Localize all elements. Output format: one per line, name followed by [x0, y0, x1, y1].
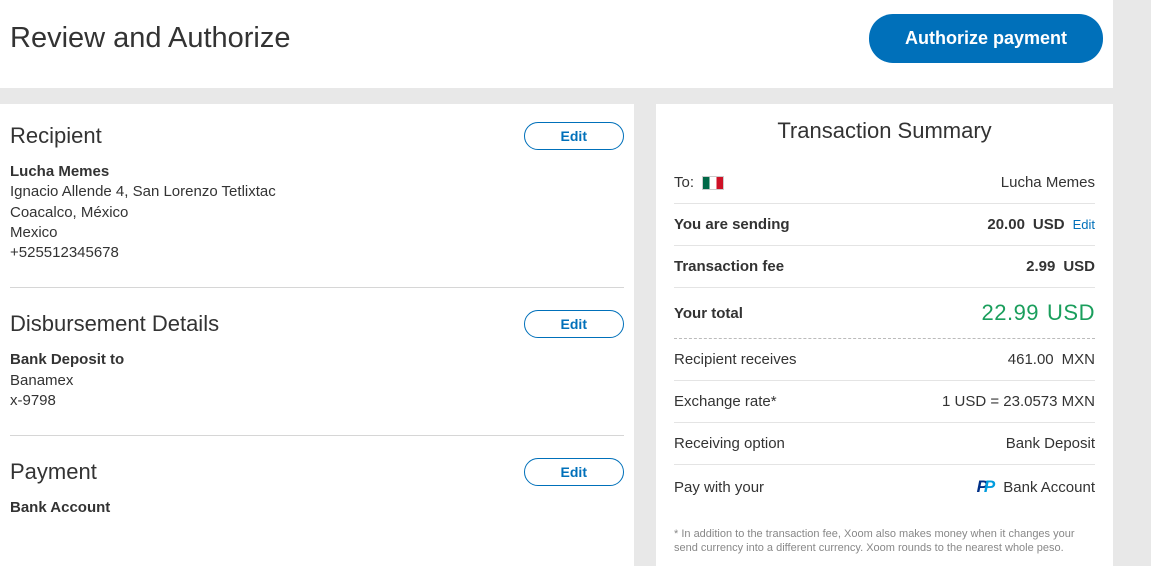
summary-total-amount: 22.99	[981, 300, 1039, 326]
summary-to-name: Lucha Memes	[1001, 174, 1095, 191]
edit-recipient-button[interactable]: Edit	[524, 122, 624, 150]
disbursement-account: x-9798	[10, 391, 624, 411]
disbursement-method: Bank Deposit to	[10, 350, 624, 370]
edit-payment-button[interactable]: Edit	[524, 458, 624, 486]
summary-disclaimer: * In addition to the transaction fee, Xo…	[674, 527, 1095, 556]
payment-section: Payment Edit Bank Account	[10, 458, 624, 518]
page-header: Review and Authorize Authorize payment	[0, 0, 1113, 88]
summary-fee-row: Transaction fee 2.99 USD	[674, 246, 1095, 288]
summary-paywith-row: Pay with your PP Bank Account	[674, 465, 1095, 509]
summary-paywith-value: Bank Account	[1003, 479, 1095, 496]
payment-title: Payment	[10, 459, 97, 485]
summary-to-label: To:	[674, 174, 694, 191]
disbursement-section: Disbursement Details Edit Bank Deposit t…	[10, 310, 624, 436]
page-title: Review and Authorize	[10, 22, 291, 55]
summary-option-label: Receiving option	[674, 435, 785, 452]
summary-rate-label: Exchange rate*	[674, 393, 777, 410]
summary-receives-amount: 461.00	[1008, 351, 1054, 368]
summary-receives-currency: MXN	[1062, 351, 1095, 368]
disbursement-title: Disbursement Details	[10, 311, 219, 337]
recipient-title: Recipient	[10, 123, 102, 149]
summary-paywith-label: Pay with your	[674, 479, 764, 496]
summary-option-value: Bank Deposit	[1006, 435, 1095, 452]
recipient-address-line1: Ignacio Allende 4, San Lorenzo Tetlixtac	[10, 182, 624, 202]
summary-sending-row: You are sending 20.00 USD Edit	[674, 204, 1095, 246]
recipient-name: Lucha Memes	[10, 162, 624, 182]
summary-column: Transaction Summary To: Lucha Memes You …	[656, 104, 1113, 566]
recipient-address-line2: Coacalco, México	[10, 203, 624, 223]
paypal-icon: PP	[977, 477, 992, 497]
mexico-flag-icon	[702, 176, 724, 190]
summary-fee-label: Transaction fee	[674, 258, 784, 275]
edit-sending-link[interactable]: Edit	[1073, 217, 1095, 232]
summary-option-row: Receiving option Bank Deposit	[674, 423, 1095, 465]
edit-disbursement-button[interactable]: Edit	[524, 310, 624, 338]
summary-fee-amount: 2.99	[1026, 258, 1055, 275]
payment-method: Bank Account	[10, 498, 624, 518]
details-column: Recipient Edit Lucha Memes Ignacio Allen…	[0, 104, 634, 566]
summary-sending-amount: 20.00	[987, 216, 1025, 233]
summary-fee-currency: USD	[1063, 258, 1095, 275]
summary-total-row: Your total 22.99 USD	[674, 288, 1095, 339]
authorize-payment-button[interactable]: Authorize payment	[869, 14, 1103, 63]
summary-total-label: Your total	[674, 305, 743, 322]
summary-receives-label: Recipient receives	[674, 351, 797, 368]
summary-receives-row: Recipient receives 461.00 MXN	[674, 339, 1095, 381]
summary-rate-row: Exchange rate* 1 USD = 23.0573 MXN	[674, 381, 1095, 423]
summary-title: Transaction Summary	[674, 118, 1095, 144]
recipient-phone: +525512345678	[10, 243, 624, 263]
summary-to-row: To: Lucha Memes	[674, 162, 1095, 204]
recipient-country: Mexico	[10, 223, 624, 243]
summary-total-currency: USD	[1047, 300, 1095, 326]
summary-sending-currency: USD	[1033, 216, 1065, 233]
summary-rate-value: 1 USD = 23.0573 MXN	[942, 393, 1095, 410]
recipient-section: Recipient Edit Lucha Memes Ignacio Allen…	[10, 122, 624, 288]
disbursement-bank: Banamex	[10, 371, 624, 391]
summary-sending-label: You are sending	[674, 216, 790, 233]
